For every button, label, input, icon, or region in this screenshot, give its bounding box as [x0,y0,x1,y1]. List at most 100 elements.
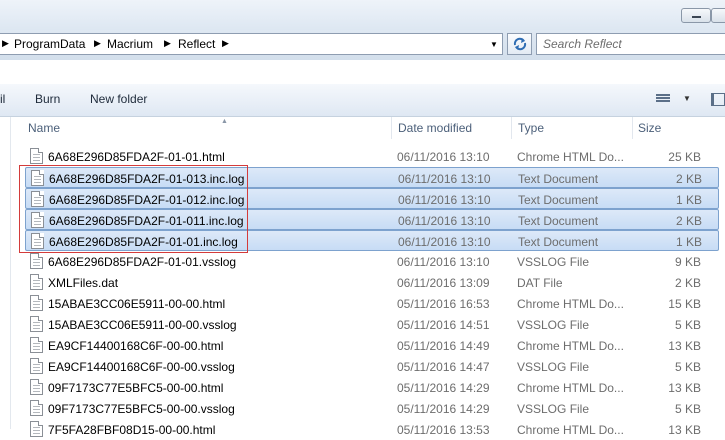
file-type: Text Document [518,214,599,228]
file-size: 1 KB [675,235,702,249]
file-type: Chrome HTML Do... [517,339,624,353]
column-header-type[interactable]: Type [518,121,544,135]
toolbar-cut-button[interactable]: il [0,92,5,106]
file-size: 13 KB [668,339,701,353]
file-size: 1 KB [675,193,702,207]
file-date-modified: 05/11/2016 13:53 [397,423,490,437]
address-bar[interactable]: ▶ ProgramData ▶ Macrium ▶ Reflect ▶ ▼ [0,33,503,55]
search-input[interactable] [543,36,723,52]
sort-indicator-icon: ▲ [221,118,228,125]
document-icon [31,170,44,186]
document-icon [30,148,43,164]
file-row[interactable]: EA9CF14400168C6F-00-00.vsslog 05/11/2016 … [25,356,719,377]
refresh-button[interactable] [507,33,532,55]
file-date-modified: 05/11/2016 14:51 [397,318,490,332]
preview-pane-icon[interactable] [711,93,725,106]
search-box[interactable] [536,33,725,55]
file-type: Chrome HTML Do... [517,150,624,164]
view-options-icon[interactable] [656,94,670,105]
file-row[interactable]: 7F5FA28FBF08D15-00-00.html 05/11/2016 13:… [25,419,719,440]
file-type: Chrome HTML Do... [517,423,624,437]
column-header-size[interactable]: Size [638,121,661,135]
file-row[interactable]: 6A68E296D85FDA2F-01-013.inc.log 06/11/201… [25,167,719,188]
column-divider[interactable] [511,117,512,139]
file-name: 15ABAE3CC06E5911-00-00.vsslog [48,318,237,332]
navigation-bar: ▶ ProgramData ▶ Macrium ▶ Reflect ▶ ▼ [0,30,725,60]
column-header-date[interactable]: Date modified [398,121,472,135]
file-size: 25 KB [668,150,701,164]
navigation-pane-edge [0,117,11,429]
file-type: Text Document [518,172,599,186]
file-name: XMLFiles.dat [48,276,119,290]
minimize-button[interactable] [681,8,711,23]
command-toolbar: il Burn New folder ▼ [0,84,725,117]
document-icon [31,233,44,249]
maximize-button[interactable] [711,8,725,23]
file-row[interactable]: 15ABAE3CC06E5911-00-00.html 05/11/2016 16… [25,293,719,314]
file-name: 7F5FA28FBF08D15-00-00.html [48,423,216,437]
file-row[interactable]: 6A68E296D85FDA2F-01-01.vsslog 06/11/2016 … [25,251,719,272]
file-row[interactable]: 09F7173C77E5BFC5-00-00.vsslog 05/11/2016 … [25,398,719,419]
file-size: 5 KB [674,402,701,416]
breadcrumb-reflect[interactable]: Reflect [178,37,215,51]
file-date-modified: 05/11/2016 14:49 [397,339,490,353]
file-size: 13 KB [668,381,701,395]
document-icon [30,379,43,395]
breadcrumb-separator-icon[interactable]: ▶ [164,38,171,49]
file-size: 9 KB [674,255,701,269]
file-date-modified: 06/11/2016 13:10 [398,214,491,228]
breadcrumb-programdata[interactable]: ProgramData [14,37,85,51]
file-size: 2 KB [675,172,702,186]
file-size: 15 KB [668,297,701,311]
file-date-modified: 05/11/2016 14:47 [397,360,490,374]
document-icon [31,191,44,207]
file-date-modified: 05/11/2016 14:29 [397,402,490,416]
file-date-modified: 06/11/2016 13:10 [397,150,490,164]
file-row[interactable]: 6A68E296D85FDA2F-01-01.inc.log 06/11/2016… [25,230,719,251]
column-divider[interactable] [391,117,392,139]
file-row[interactable]: 15ABAE3CC06E5911-00-00.vsslog 05/11/2016 … [25,314,719,335]
breadcrumb-separator-icon[interactable]: ▶ [94,38,101,49]
file-size: 13 KB [668,423,701,437]
view-dropdown-icon[interactable]: ▼ [683,94,691,103]
file-list: 6A68E296D85FDA2F-01-01.html 06/11/2016 13… [11,146,725,437]
document-icon [31,212,44,228]
burn-button[interactable]: Burn [35,92,60,106]
file-row[interactable]: 6A68E296D85FDA2F-01-011.inc.log 06/11/201… [25,209,719,230]
file-row[interactable]: 09F7173C77E5BFC5-00-00.html 05/11/2016 14… [25,377,719,398]
breadcrumb-separator-icon[interactable]: ▶ [2,38,9,49]
file-size: 5 KB [674,318,701,332]
file-row[interactable]: 6A68E296D85FDA2F-01-012.inc.log 06/11/201… [25,188,719,209]
file-type: Chrome HTML Do... [517,381,624,395]
file-name: 6A68E296D85FDA2F-01-013.inc.log [49,172,245,186]
new-folder-button[interactable]: New folder [90,92,147,106]
file-date-modified: 06/11/2016 13:09 [397,276,490,290]
file-type: VSSLOG File [517,318,590,332]
file-size: 5 KB [674,360,701,374]
file-name: 15ABAE3CC06E5911-00-00.html [48,297,226,311]
breadcrumb-separator-icon[interactable]: ▶ [222,38,229,49]
address-history-dropdown-icon[interactable]: ▼ [490,40,498,49]
window-title-bar [0,0,725,30]
file-name: 09F7173C77E5BFC5-00-00.vsslog [48,402,235,416]
column-divider[interactable] [632,117,633,139]
file-name: EA9CF14400168C6F-00-00.html [48,339,224,353]
document-icon [30,295,43,311]
document-icon [30,253,43,269]
file-name: 09F7173C77E5BFC5-00-00.html [48,381,224,395]
refresh-icon [513,37,527,51]
file-date-modified: 06/11/2016 13:10 [398,193,491,207]
file-row[interactable]: 6A68E296D85FDA2F-01-01.html 06/11/2016 13… [25,146,719,167]
file-name: 6A68E296D85FDA2F-01-012.inc.log [49,193,245,207]
file-date-modified: 06/11/2016 13:10 [397,255,490,269]
file-row[interactable]: EA9CF14400168C6F-00-00.html 05/11/2016 14… [25,335,719,356]
file-row[interactable]: XMLFiles.dat 06/11/2016 13:09 DAT File 2 KB [25,272,719,293]
file-date-modified: 06/11/2016 13:10 [398,235,491,249]
file-date-modified: 05/11/2016 16:53 [397,297,490,311]
document-icon [30,358,43,374]
column-header-name[interactable]: Name [28,121,60,135]
breadcrumb-macrium[interactable]: Macrium [107,37,153,51]
document-icon [30,337,43,353]
file-date-modified: 06/11/2016 13:10 [398,172,491,186]
